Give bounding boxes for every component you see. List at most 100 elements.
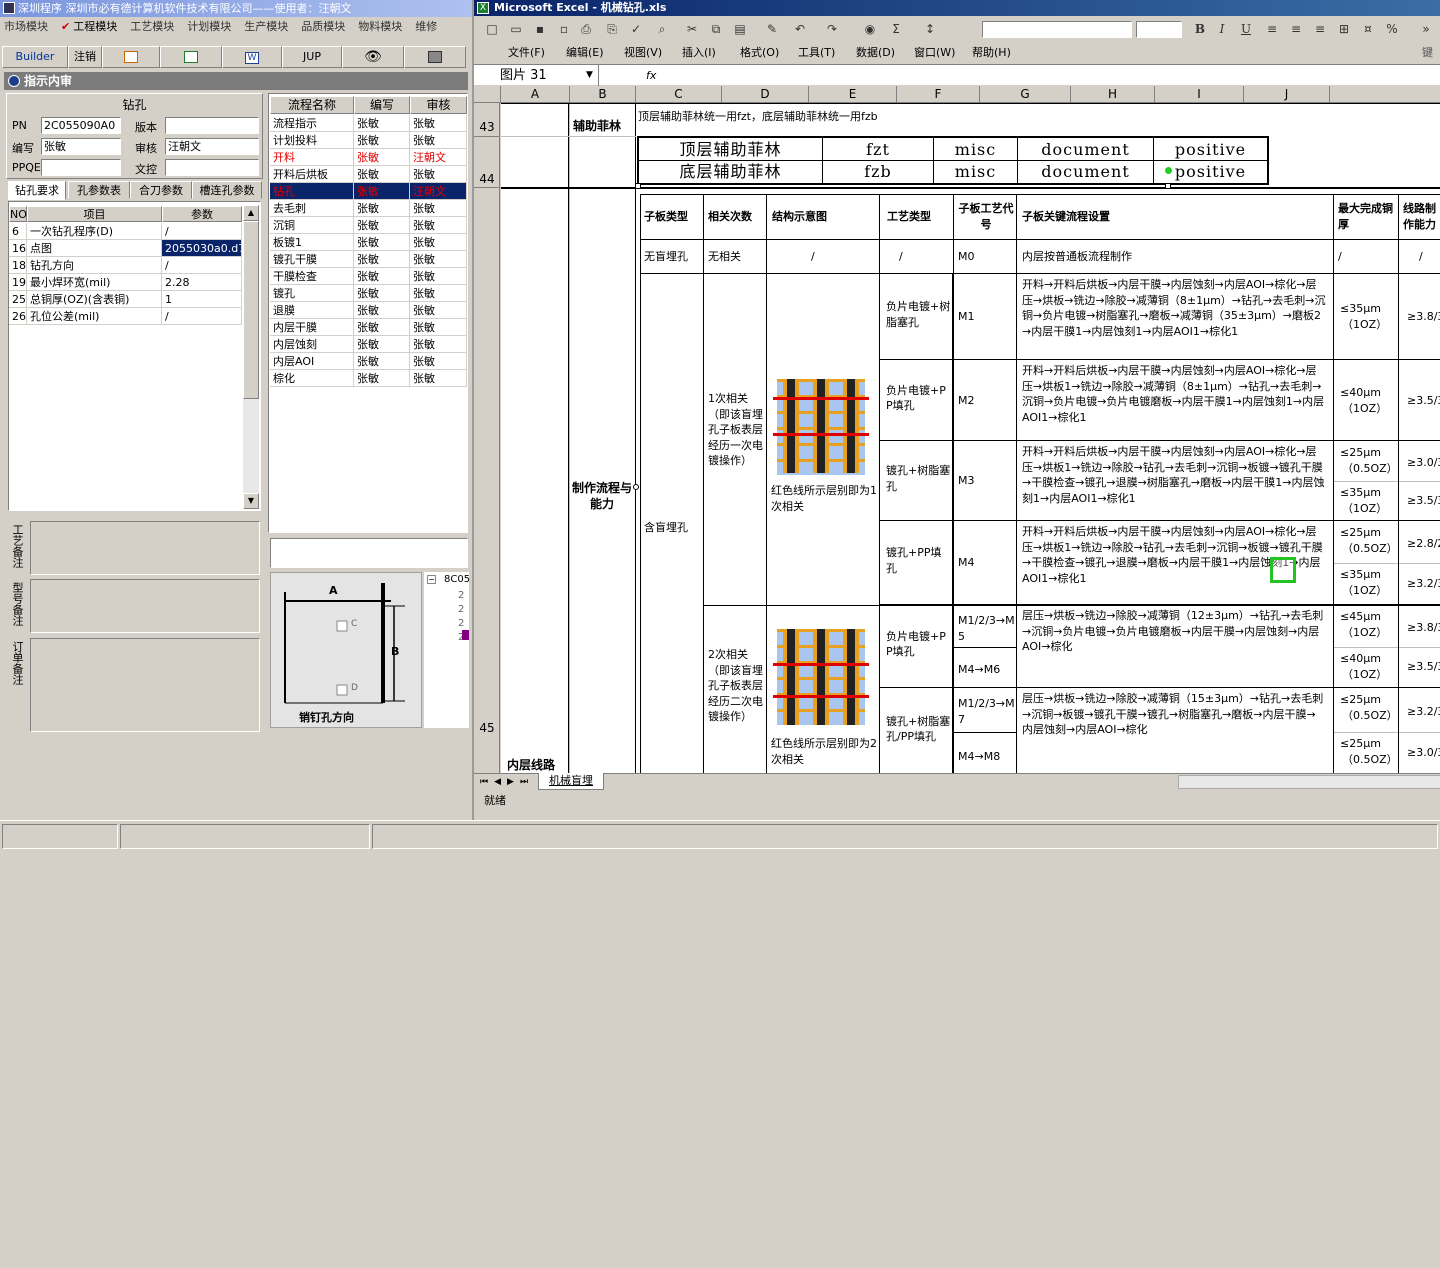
param-row[interactable]: 18 钻孔方向 / [9,257,242,274]
scroll-thumb[interactable] [243,221,259,399]
param-value[interactable]: 2.28 [162,274,242,291]
col-header-e[interactable]: E [809,86,897,103]
archive-button[interactable] [404,46,466,68]
currency-icon[interactable]: ¤ [1360,22,1376,36]
align-center-icon[interactable]: ≡ [1288,22,1304,36]
module-quality[interactable]: 品质模块 [297,17,354,37]
menu-insert[interactable]: 插入(I) [682,43,716,63]
format-painter-icon[interactable]: ✎ [764,22,780,36]
module-material[interactable]: 物料模块 [354,17,411,37]
builder-button[interactable]: Builder [2,46,68,68]
menu-window[interactable]: 窗口(W) [914,43,955,63]
shape-handle[interactable] [633,484,639,490]
module-repair[interactable]: 维修 [411,17,446,37]
excel-export-button[interactable] [160,46,222,68]
module-process[interactable]: 工艺模块 [126,17,183,37]
copy-icon[interactable]: ⧉ [708,22,724,36]
col-header-g[interactable]: G [980,86,1071,103]
param-row[interactable]: 25 总铜厚(OZ)(含表铜) 1 [9,291,242,308]
logout-button[interactable]: 注销 [68,46,102,68]
menu-help[interactable]: 帮助(H) [972,43,1011,63]
new-icon[interactable]: □ [484,22,500,36]
m-row[interactable]: 镀孔+树脂塞孔/PP填孔 M1/2/3→M7 M4→M8 层压→烘板→铣边→除胶→减薄… [880,688,1440,773]
ppqe-field[interactable] [41,159,121,176]
module-engineering[interactable]: 工程模块 [57,17,126,37]
param-value[interactable]: 1 [162,291,242,308]
preview-button[interactable]: 👁 [342,46,404,68]
tab-slot-params[interactable]: 槽连孔参数 [192,181,262,199]
flow-row[interactable]: 棕化 张敏 张敏 [270,370,467,387]
flow-row[interactable]: 计划投料 张敏 张敏 [270,132,467,149]
hyperlink-icon[interactable]: ◉ [862,22,878,36]
permission-icon[interactable]: ▫ [556,22,572,36]
research-icon[interactable]: ⌕ [654,22,670,36]
menu-format[interactable]: 格式(O) [740,43,779,63]
flow-row[interactable]: 流程指示 张敏 张敏 [270,115,467,132]
m-row[interactable]: 镀孔+树脂塞孔 M3 开料→开料后烘板→内层干膜→内层蚀刻→内层AOI→棕化→层压→… [880,441,1440,521]
m-row[interactable]: 负片电镀+树脂塞孔 M1 开料→开料后烘板→内层干膜→内层蚀刻→内层AOI→棕化→层… [880,274,1440,360]
flow-row[interactable]: 板镀1 张敏 张敏 [270,234,467,251]
module-production[interactable]: 生产模块 [240,17,297,37]
model-remark-field[interactable] [30,579,260,633]
flow-row[interactable]: 开料后烘板 张敏 张敏 [270,166,467,183]
merge-icon[interactable]: ⊞ [1336,22,1352,36]
col-header-d[interactable]: D [722,86,809,103]
worksheet[interactable]: 辅助菲林 顶层辅助菲林统一用fzt，底层辅助菲林统一用fzb 顶层辅助菲林 fz… [501,103,1440,773]
align-left-icon[interactable]: ≡ [1264,22,1280,36]
doc-control-field[interactable] [165,159,259,176]
row-header-45[interactable]: 45 [474,188,500,773]
italic-icon[interactable]: I [1214,22,1230,36]
rotate-handle[interactable] [1165,167,1172,174]
m-row[interactable]: 负片电镀+PP填孔 M2 开料→开料后烘板→内层干膜→内层蚀刻→内层AOI→棕化→层… [880,360,1440,441]
selection-handle-right[interactable] [1165,183,1171,189]
process-remark-field[interactable] [30,521,260,575]
flow-row[interactable]: 内层蚀刻 张敏 张敏 [270,336,467,353]
row-header-43[interactable]: 43 [474,103,500,137]
scroll-down-icon[interactable]: ▼ [243,493,259,509]
col-header-b[interactable]: B [570,86,636,103]
flow-row[interactable]: 镀孔 张敏 张敏 [270,285,467,302]
param-value[interactable]: / [162,223,242,240]
sort-icon[interactable]: ↕ [922,22,938,36]
menu-data[interactable]: 数据(D) [856,43,895,63]
reviewer-field[interactable]: 汪朝文 [165,138,259,155]
param-row[interactable]: 16点图2055030a0.d7-8 [9,240,242,257]
word-export-button[interactable]: W [222,46,282,68]
underline-icon[interactable]: U [1238,22,1254,36]
font-name-box[interactable] [982,21,1132,38]
param-value[interactable]: 2055030a0.d7-8 [162,240,242,257]
param-row[interactable]: 19 最小焊环宽(mil) 2.28 [9,274,242,291]
tree-node[interactable]: 8C05 [444,574,470,585]
tree-collapse-icon[interactable]: − [427,575,436,584]
tab-nav-icons[interactable]: ⏮◀▶⏭ [480,774,534,790]
tab-hole-params[interactable]: 孔参数表 [68,181,130,199]
param-value[interactable]: / [162,257,242,274]
redo-icon[interactable]: ↷ [824,22,840,36]
menu-view[interactable]: 视图(V) [624,43,662,63]
flow-row[interactable]: 干膜检查 张敏 张敏 [270,268,467,285]
h-scrollbar[interactable] [1178,775,1440,789]
flow-row[interactable]: 去毛刺 张敏 张敏 [270,200,467,217]
order-remark-field[interactable] [30,638,260,732]
menu-edit[interactable]: 编辑(E) [566,43,604,63]
name-box[interactable]: 图片 31 ▼ [474,65,599,86]
param-scrollbar[interactable]: ▲ ▼ [243,205,259,509]
param-row[interactable]: 26 孔位公差(mil) / [9,308,242,325]
flow-row[interactable]: 内层AOI 张敏 张敏 [270,353,467,370]
param-row[interactable]: 6 一次钻孔程序(D) / [9,223,242,240]
percent-icon[interactable]: % [1384,22,1400,36]
more-icon[interactable]: » [1418,22,1434,36]
jup-button[interactable]: JUP [282,46,342,68]
cut-icon[interactable]: ✂ [684,22,700,36]
pn-field[interactable]: 2C055090A0 [41,117,121,134]
flow-row[interactable]: 退膜 张敏 张敏 [270,302,467,319]
col-header-f[interactable]: F [897,86,980,103]
autosum-icon[interactable]: Σ [888,22,904,36]
m-row[interactable]: 负片电镀+PP填孔 M1/2/3→M5 M4→M6 层压→烘板→铣边→除胶→减薄铜（1… [880,605,1440,688]
param-value[interactable]: / [162,308,242,325]
select-all-corner[interactable] [474,86,501,103]
module-market[interactable]: 市场模块 [0,17,57,37]
bold-icon[interactable]: B [1192,22,1208,36]
flow-row[interactable]: 内层干膜 张敏 张敏 [270,319,467,336]
undo-icon[interactable]: ↶ [792,22,808,36]
